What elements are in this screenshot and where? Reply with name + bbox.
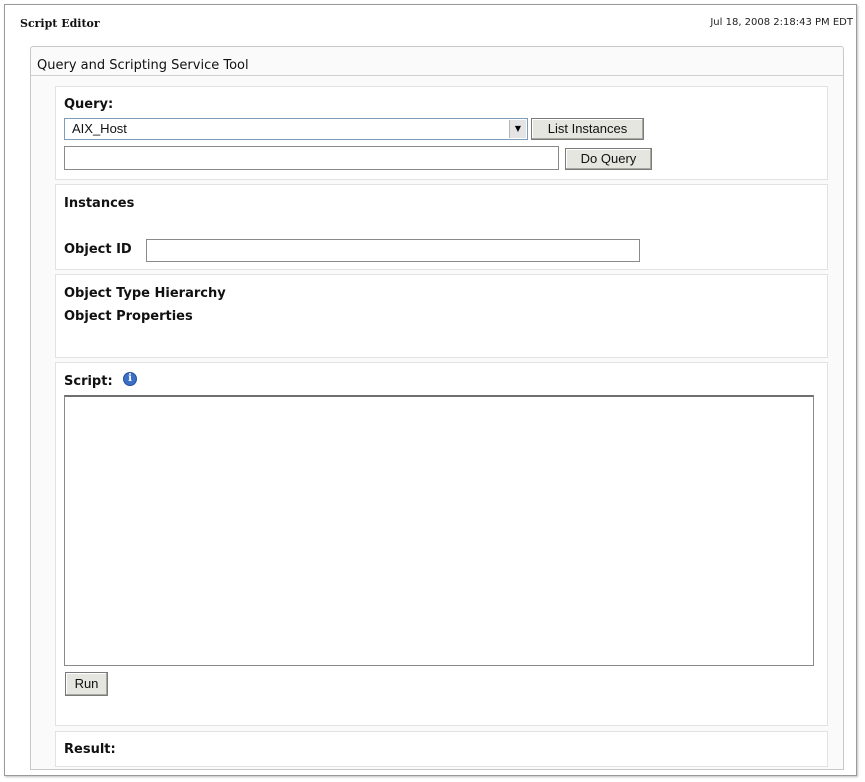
run-button[interactable]: Run — [65, 672, 108, 696]
info-icon[interactable]: i — [123, 372, 137, 386]
query-label: Query: — [64, 97, 114, 112]
panel-divider — [31, 75, 843, 76]
query-input[interactable] — [64, 146, 559, 170]
timestamp: Jul 18, 2008 2:18:43 PM EDT — [710, 17, 853, 28]
result-label: Result: — [64, 742, 116, 757]
script-label: Script: — [64, 374, 113, 389]
dropdown-arrow-icon[interactable]: ▼ — [509, 120, 526, 138]
do-query-button[interactable]: Do Query — [565, 148, 652, 170]
list-instances-button[interactable]: List Instances — [531, 118, 644, 140]
script-textarea[interactable] — [64, 395, 814, 666]
instances-heading: Instances — [64, 196, 135, 211]
panel-title: Query and Scripting Service Tool — [37, 58, 249, 73]
object-type-hierarchy-label: Object Type Hierarchy — [64, 286, 226, 301]
query-type-select[interactable]: AIX_Host ▼ — [64, 118, 528, 140]
query-type-selected-value: AIX_Host — [72, 121, 127, 136]
object-id-field[interactable] — [146, 239, 640, 262]
app-title: Script Editor — [20, 17, 100, 30]
object-id-label: Object ID — [64, 242, 132, 257]
object-properties-label: Object Properties — [64, 309, 193, 324]
result-section — [55, 731, 828, 767]
